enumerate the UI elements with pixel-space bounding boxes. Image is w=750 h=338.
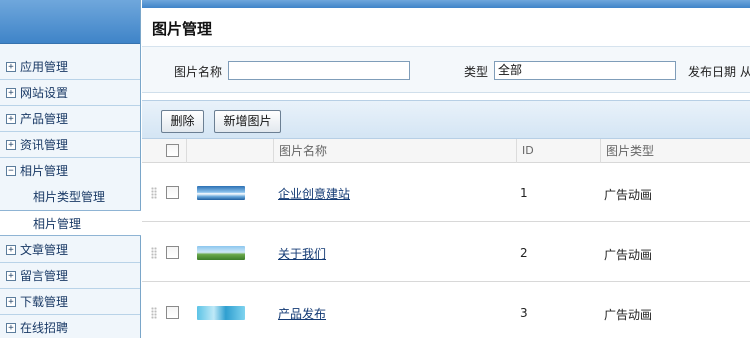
thumbnail-image xyxy=(197,186,245,200)
sidebar-item-label: 相片管理 xyxy=(20,164,69,178)
expand-icon[interactable]: + xyxy=(6,62,16,72)
thumbnail-image xyxy=(197,246,245,260)
sidebar-item-label: 文章管理 xyxy=(20,243,69,257)
expand-icon[interactable]: + xyxy=(6,271,16,281)
table-header: 图片名称 ID 图片类型 xyxy=(142,139,750,163)
table-row[interactable]: 关于我们 2 广告动画 xyxy=(142,223,750,282)
image-name-link[interactable]: 企业创意建站 xyxy=(278,185,350,202)
expand-icon[interactable]: + xyxy=(6,245,16,255)
sidebar-subitem-label: 相片管理 xyxy=(33,217,82,231)
sidebar: + 应用管理 + 网站设置 + 产品管理 + 资讯管理 − 相片管理 相片类型管… xyxy=(0,0,141,338)
image-name-link[interactable]: 产品发布 xyxy=(278,305,326,322)
sidebar-item-messages[interactable]: + 留言管理 xyxy=(0,263,140,289)
image-type: 广告动画 xyxy=(604,188,653,202)
sidebar-item-recruitment[interactable]: + 在线招聘 xyxy=(0,315,140,338)
image-type: 广告动画 xyxy=(604,308,653,322)
delete-button[interactable]: 删除 xyxy=(161,110,204,133)
image-name-link[interactable]: 关于我们 xyxy=(278,245,326,262)
publish-date-label: 发布日期 从 xyxy=(688,65,750,79)
sidebar-item-label: 网站设置 xyxy=(20,86,69,100)
row-checkbox[interactable] xyxy=(166,306,179,319)
main-panel: 图片管理 图片名称 类型 全部 发布日期 从 删除 新增图片 图片名称 ID 图… xyxy=(142,0,750,338)
expand-icon[interactable]: + xyxy=(6,114,16,124)
sidebar-item-label: 在线招聘 xyxy=(20,321,69,335)
image-id: 2 xyxy=(520,246,528,260)
expand-icon[interactable]: + xyxy=(6,140,16,150)
sidebar-header xyxy=(0,0,140,44)
sidebar-item-site-settings[interactable]: + 网站设置 xyxy=(0,80,140,106)
row-checkbox[interactable] xyxy=(166,246,179,259)
sidebar-item-label: 下载管理 xyxy=(20,295,69,309)
add-image-button[interactable]: 新增图片 xyxy=(214,110,281,133)
drag-handle-icon[interactable] xyxy=(151,307,157,319)
column-header-thumbnail xyxy=(186,139,273,163)
image-name-input[interactable] xyxy=(228,61,410,80)
table-row[interactable]: 产品发布 3 广告动画 xyxy=(142,283,750,338)
collapse-icon[interactable]: − xyxy=(6,166,16,176)
drag-handle-icon[interactable] xyxy=(151,247,157,259)
sidebar-subitem-photo-manage[interactable]: 相片管理 xyxy=(0,210,141,236)
expand-icon[interactable]: + xyxy=(6,297,16,307)
select-all-checkbox[interactable] xyxy=(166,144,179,157)
sidebar-subitem-photo-types[interactable]: 相片类型管理 xyxy=(0,184,140,210)
image-id: 1 xyxy=(520,186,528,200)
sidebar-item-news[interactable]: + 资讯管理 xyxy=(0,132,140,158)
sidebar-subitem-label: 相片类型管理 xyxy=(33,190,106,204)
title-bar xyxy=(142,0,750,8)
sidebar-item-downloads[interactable]: + 下载管理 xyxy=(0,289,140,315)
image-name-label: 图片名称 xyxy=(174,65,223,79)
sidebar-item-label: 应用管理 xyxy=(20,60,69,74)
column-header-id[interactable]: ID xyxy=(516,139,600,163)
action-toolbar: 删除 新增图片 xyxy=(142,100,750,139)
sidebar-item-label: 资讯管理 xyxy=(20,138,69,152)
column-header-type[interactable]: 图片类型 xyxy=(600,139,750,163)
row-checkbox[interactable] xyxy=(166,186,179,199)
expand-icon[interactable]: + xyxy=(6,323,16,333)
sidebar-item-label: 产品管理 xyxy=(20,112,69,126)
sidebar-item-apps[interactable]: + 应用管理 xyxy=(0,54,140,80)
type-select[interactable]: 全部 xyxy=(494,61,676,80)
sidebar-item-products[interactable]: + 产品管理 xyxy=(0,106,140,132)
expand-icon[interactable]: + xyxy=(6,88,16,98)
drag-handle-icon[interactable] xyxy=(151,187,157,199)
sidebar-item-photos[interactable]: − 相片管理 xyxy=(0,158,140,184)
sidebar-item-articles[interactable]: + 文章管理 xyxy=(0,237,140,263)
type-label: 类型 xyxy=(464,65,489,79)
page-title: 图片管理 xyxy=(152,20,213,38)
column-header-name[interactable]: 图片名称 xyxy=(273,139,513,163)
thumbnail-image xyxy=(197,306,245,320)
sidebar-item-label: 留言管理 xyxy=(20,269,69,283)
image-type: 广告动画 xyxy=(604,248,653,262)
search-filter-bar: 图片名称 类型 全部 发布日期 从 xyxy=(142,47,750,93)
table-row[interactable]: 企业创意建站 1 广告动画 xyxy=(142,163,750,222)
image-id: 3 xyxy=(520,306,528,320)
